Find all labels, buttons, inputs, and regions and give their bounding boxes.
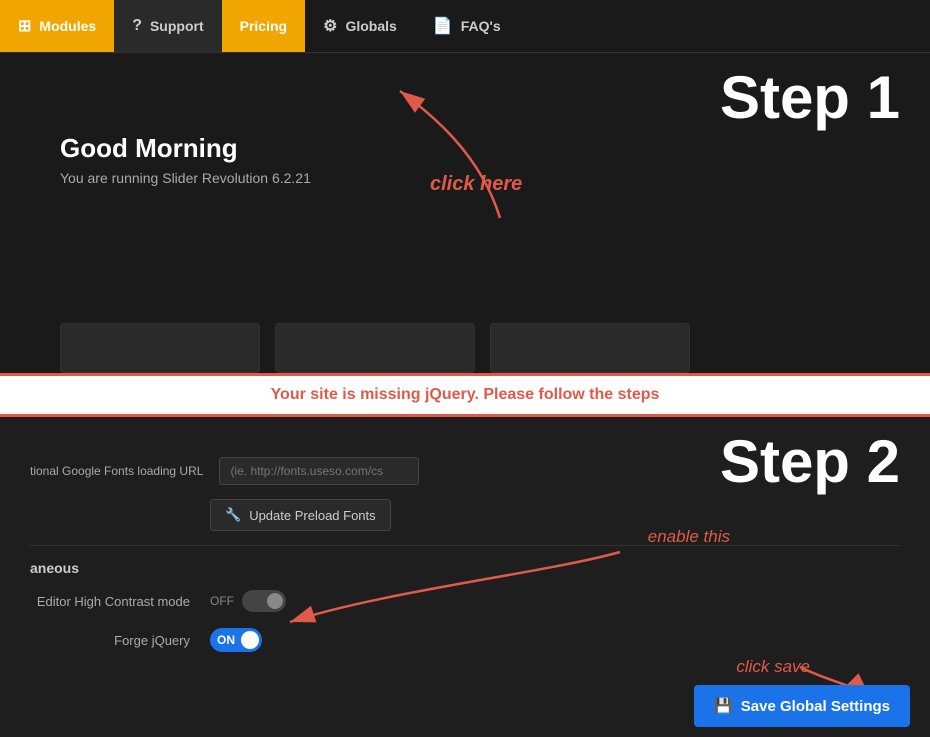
greeting-title: Good Morning (60, 133, 311, 164)
modules-icon: ⊞ (18, 16, 31, 36)
tab-pricing[interactable]: Pricing (222, 0, 305, 52)
banner-text: Your site is missing jQuery. Please foll… (271, 386, 660, 403)
tab-globals[interactable]: ⚙ Globals (305, 0, 415, 52)
font-url-input[interactable] (219, 457, 419, 485)
update-preload-fonts-button[interactable]: 🔧 Update Preload Fonts (210, 499, 391, 531)
update-btn-label: Update Preload Fonts (249, 508, 375, 523)
high-contrast-toggle-track[interactable] (242, 590, 286, 612)
click-here-annotation: click here (430, 173, 522, 196)
support-icon: ? (132, 17, 142, 35)
top-nav: ⊞ Modules ? Support Pricing ⚙ Globals 📄 … (0, 0, 930, 53)
step1-label: Step 1 (720, 63, 900, 132)
click-save-annotation: click save (736, 657, 810, 677)
font-url-label: tional Google Fonts loading URL (30, 464, 219, 478)
globals-icon: ⚙ (323, 16, 337, 36)
forge-jquery-toggle[interactable]: ON (210, 628, 262, 652)
forge-jquery-label: Forge jQuery (30, 633, 210, 648)
faqs-icon: 📄 (433, 16, 453, 36)
high-contrast-state: OFF (210, 594, 234, 608)
high-contrast-row: Editor High Contrast mode OFF (30, 590, 900, 612)
divider (30, 545, 900, 546)
card-preview-3 (490, 323, 690, 373)
forge-jquery-toggle-track[interactable]: ON (210, 628, 262, 652)
font-url-row: tional Google Fonts loading URL (30, 457, 900, 485)
enable-this-annotation: enable this (648, 527, 730, 547)
tab-faqs[interactable]: 📄 FAQ's (415, 0, 519, 52)
tab-modules-label: Modules (39, 18, 96, 34)
tab-pricing-label: Pricing (240, 18, 287, 34)
forge-jquery-state: ON (217, 633, 235, 647)
greeting: Good Morning You are running Slider Revo… (60, 133, 311, 186)
tab-modules[interactable]: ⊞ Modules (0, 0, 114, 52)
tab-support[interactable]: ? Support (114, 0, 221, 52)
greeting-subtitle: You are running Slider Revolution 6.2.21 (60, 170, 311, 186)
wrench-icon: 🔧 (225, 507, 241, 523)
step1-area: Step 1 Good Morning You are running Slid… (0, 53, 930, 373)
high-contrast-toggle[interactable]: OFF (210, 590, 286, 612)
tab-support-label: Support (150, 18, 204, 34)
save-global-settings-button[interactable]: 💾 Save Global Settings (694, 685, 910, 727)
card-preview-1 (60, 323, 260, 373)
save-btn-label: Save Global Settings (741, 698, 890, 715)
section-title: aneous (30, 560, 900, 576)
step2-area: Step 2 tional Google Fonts loading URL 🔧… (0, 417, 930, 737)
high-contrast-label: Editor High Contrast mode (30, 594, 210, 609)
tab-faqs-label: FAQ's (461, 18, 501, 34)
missing-jquery-banner: Your site is missing jQuery. Please foll… (0, 373, 930, 417)
card-preview-2 (275, 323, 475, 373)
forge-jquery-row: Forge jQuery ON (30, 628, 900, 652)
card-row (60, 323, 930, 373)
tab-globals-label: Globals (345, 18, 396, 34)
